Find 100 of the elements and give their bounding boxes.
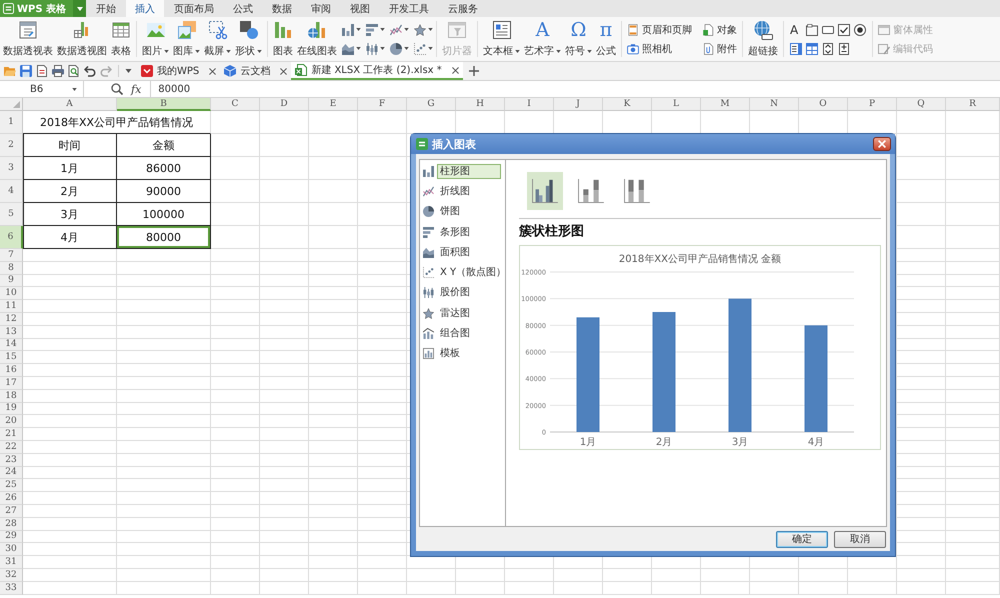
close-icon[interactable]: [452, 66, 459, 74]
menu-tab[interactable]: 页面布局: [165, 0, 224, 17]
caret-icon[interactable]: [404, 28, 409, 31]
pie-chart-icon[interactable]: [390, 42, 402, 54]
caret-icon[interactable]: [428, 28, 433, 31]
menu-tab[interactable]: 公式: [224, 0, 262, 17]
close-icon[interactable]: [209, 68, 216, 74]
text-box-button[interactable]: 文本框: [481, 17, 522, 61]
menu-tab[interactable]: 开始: [87, 0, 126, 17]
spinner-icon[interactable]: [822, 42, 834, 54]
menu-tab[interactable]: 审阅: [302, 0, 340, 17]
menu-tab[interactable]: 开发工具: [380, 0, 438, 17]
row-header[interactable]: 5: [0, 203, 23, 226]
row-header[interactable]: 12: [0, 312, 23, 326]
table-cell[interactable]: 100000: [117, 203, 211, 226]
area-chart-icon[interactable]: [423, 246, 434, 258]
row-header[interactable]: 15: [0, 351, 23, 364]
column-header[interactable]: B: [117, 98, 211, 111]
formula-input[interactable]: 80000: [150, 81, 1000, 97]
chart-template-icon[interactable]: [423, 348, 434, 360]
row-header[interactable]: 16: [0, 364, 23, 377]
pivot-table-button[interactable]: 数据透视表: [1, 17, 55, 61]
row-header[interactable]: 27: [0, 504, 23, 518]
letter-a-icon[interactable]: A: [790, 24, 802, 36]
column-header[interactable]: L: [652, 98, 701, 111]
row-header[interactable]: 24: [0, 466, 23, 480]
star-icon[interactable]: [423, 308, 434, 319]
caret-icon[interactable]: [380, 47, 385, 50]
header-footer-button[interactable]: 页眉和页脚: [625, 20, 694, 39]
table-cell[interactable]: 金额: [117, 134, 211, 157]
caret-icon[interactable]: [125, 69, 132, 73]
save-icon[interactable]: [20, 65, 32, 77]
cancel-button[interactable]: 取消: [834, 530, 886, 548]
undo-icon[interactable]: [84, 65, 96, 77]
shapes-button[interactable]: 形状: [233, 17, 264, 61]
chart-type-item[interactable]: 雷达图: [437, 306, 473, 321]
online-chart-button[interactable]: 在线图表: [295, 17, 339, 61]
table-cell[interactable]: 3月: [23, 203, 117, 226]
table-cell[interactable]: 86000: [117, 157, 211, 180]
row-header[interactable]: 23: [0, 454, 23, 467]
menu-tab[interactable]: 云服务: [439, 0, 488, 17]
ok-button[interactable]: 确定: [776, 530, 828, 548]
camera-button[interactable]: 照相机: [625, 39, 694, 58]
horizontal-bar-icon[interactable]: [423, 226, 434, 238]
stock-chart-icon[interactable]: [423, 287, 434, 298]
picture-button[interactable]: 图片: [140, 17, 171, 61]
chart-type-item[interactable]: 条形图: [437, 224, 473, 240]
menu-tab[interactable]: 插入: [126, 0, 164, 17]
caret-icon[interactable]: [356, 47, 361, 50]
row-header[interactable]: 33: [0, 582, 23, 595]
attachment-button[interactable]: 附件: [700, 39, 739, 58]
document-tab[interactable]: 新建 XLSX 工作表 (2).xlsx *: [291, 62, 463, 80]
chart-subtype-option[interactable]: [527, 172, 563, 210]
chart-type-item[interactable]: 模板: [437, 346, 463, 362]
close-icon[interactable]: [280, 68, 288, 74]
chart-type-item[interactable]: 面积图: [437, 244, 473, 260]
table-cell[interactable]: 90000: [117, 180, 211, 203]
column-chart-icon[interactable]: [423, 166, 434, 177]
row-header[interactable]: 3: [0, 157, 23, 180]
plus-icon[interactable]: [468, 66, 479, 76]
table-cell[interactable]: 2月: [23, 180, 117, 203]
column-header[interactable]: I: [505, 98, 554, 111]
column-header[interactable]: Q: [897, 98, 946, 111]
column-header[interactable]: F: [358, 98, 407, 111]
table-cell[interactable]: 80000: [117, 226, 211, 249]
horizontal-bar-icon[interactable]: [366, 24, 378, 36]
row-header[interactable]: 18: [0, 390, 23, 403]
plus-minus-icon[interactable]: [838, 42, 850, 54]
caret-icon[interactable]: [404, 47, 409, 50]
chart-button[interactable]: 图表: [271, 17, 295, 61]
chart-type-item[interactable]: 饼图: [437, 204, 463, 220]
row-header[interactable]: 10: [0, 287, 23, 300]
function-button[interactable]: fx: [131, 81, 142, 97]
line-chart-icon[interactable]: [390, 24, 402, 36]
checkbox-icon[interactable]: [838, 24, 850, 36]
print-preview-icon[interactable]: [68, 65, 80, 77]
column-header[interactable]: G: [407, 98, 456, 111]
row-header[interactable]: 21: [0, 428, 23, 441]
equation-button[interactable]: π 公式: [594, 17, 618, 61]
column-header[interactable]: N: [750, 98, 799, 111]
chart-type-item[interactable]: 柱形图: [437, 164, 501, 179]
document-tab[interactable]: 云文档: [220, 62, 292, 80]
row-header[interactable]: 29: [0, 530, 23, 544]
column-header[interactable]: D: [260, 98, 309, 111]
scatter-chart-icon[interactable]: [423, 267, 434, 278]
row-header[interactable]: 28: [0, 518, 23, 531]
column-header[interactable]: R: [946, 98, 1000, 111]
row-header[interactable]: 17: [0, 376, 23, 390]
word-art-button[interactable]: A 艺术字: [522, 17, 563, 61]
row-header[interactable]: 31: [0, 556, 23, 569]
row-header[interactable]: 1: [0, 111, 23, 134]
rectangle-icon[interactable]: [822, 24, 834, 36]
row-header[interactable]: 2: [0, 134, 23, 157]
name-box[interactable]: B6: [0, 81, 84, 97]
list-box-icon[interactable]: [790, 42, 802, 54]
chart-type-item[interactable]: X Y（散点图）: [437, 265, 510, 280]
line-chart-icon[interactable]: [423, 186, 434, 197]
chart-type-item[interactable]: 折线图: [437, 184, 473, 199]
row-header[interactable]: 14: [0, 338, 23, 352]
caret-icon[interactable]: [356, 28, 361, 31]
